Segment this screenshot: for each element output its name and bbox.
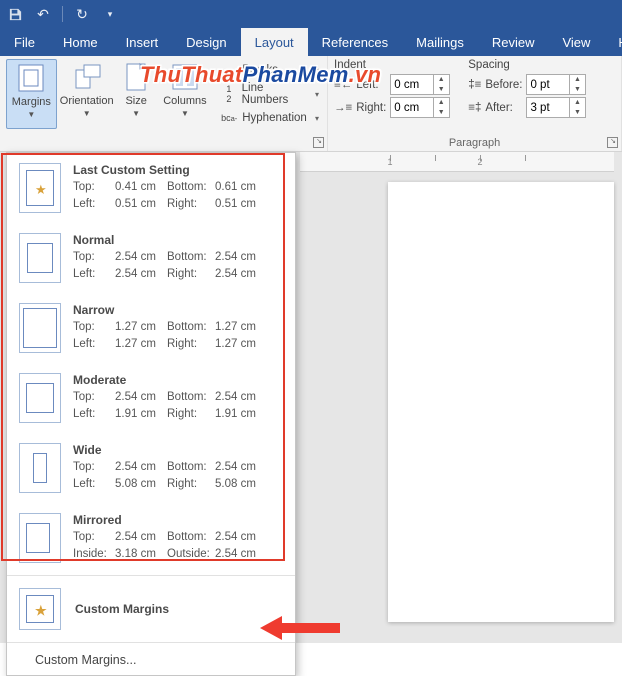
spacing-after-icon: ≡‡ [468,102,481,114]
preset-title: Last Custom Setting [73,163,283,177]
margins-button[interactable]: Margins ▼ [6,59,57,129]
tab-home[interactable]: Home [49,28,112,56]
paragraph-group-label: Paragraph [328,137,621,149]
hyphenation-icon: bca- [220,110,238,126]
margins-preset-normal[interactable]: NormalTop:2.54 cmBottom:2.54 cmLeft:2.54… [7,223,295,293]
tab-help[interactable]: Help [604,28,622,56]
line-numbers-label: Line Numbers [242,82,311,106]
chevron-down-icon: ▼ [83,109,91,118]
tab-references[interactable]: References [308,28,402,56]
columns-label: Columns [163,95,206,107]
ribbon-tabs: File Home Insert Design Layout Reference… [0,28,622,56]
orientation-button[interactable]: Orientation ▼ [61,59,113,129]
page-setup-dialog-launcher[interactable]: ↘ [313,137,324,148]
customize-qat-icon[interactable]: ▾ [101,5,119,23]
chevron-down-icon: ▼ [181,109,189,118]
tab-view[interactable]: View [548,28,604,56]
indent-right-input[interactable]: ▲▼ [390,97,450,118]
tab-file[interactable]: File [0,28,49,56]
columns-button[interactable]: Columns ▼ [160,59,211,129]
annotation-arrow-icon [260,613,340,643]
chevron-down-icon: ▾ [315,66,319,75]
preset-thumbnail-icon [19,443,61,493]
save-icon[interactable] [6,5,24,23]
chevron-down-icon: ▼ [132,109,140,118]
indent-right-icon: →≡ [334,102,352,114]
qat-separator [62,6,63,22]
breaks-button[interactable]: ⎯ Breaks ▾ [218,59,321,81]
columns-icon [168,61,202,93]
spacing-before-label: Before: [485,79,522,91]
margins-preset-narrow[interactable]: NarrowTop:1.27 cmBottom:1.27 cmLeft:1.27… [7,293,295,363]
margins-label: Margins [12,96,51,108]
tab-insert[interactable]: Insert [112,28,173,56]
margins-preset-mirrored[interactable]: MirroredTop:2.54 cmBottom:2.54 cmInside:… [7,503,295,573]
spacing-before-icon: ‡≡ [468,79,481,91]
orientation-label: Orientation [60,95,114,107]
preset-title: Wide [73,443,283,457]
spacing-heading: Spacing [468,59,586,72]
breaks-icon: ⎯ [220,62,238,78]
indent-left-input[interactable]: ▲▼ [390,74,450,95]
indent-left-icon: ≡← [334,79,352,91]
quick-access-toolbar: ↶ ↻ ▾ [0,0,622,28]
preset-title: Normal [73,233,283,247]
ribbon: Margins ▼ Orientation ▼ Size ▼ Columns ▼ ⎯ Br… [0,56,622,152]
document-workspace: 1 2 ★Last Custom SettingTop:0.41 cmBotto… [0,152,622,643]
tab-review[interactable]: Review [478,28,549,56]
custom-margins-header[interactable]: ★ Custom Margins [7,578,295,640]
orientation-icon [70,61,104,93]
margins-dropdown: ★Last Custom SettingTop:0.41 cmBottom:0.… [6,152,296,676]
size-button[interactable]: Size ▼ [117,59,156,129]
tab-layout[interactable]: Layout [241,28,308,56]
preset-thumbnail-icon [19,373,61,423]
tab-mailings[interactable]: Mailings [402,28,478,56]
spacing-after-input[interactable]: ▲▼ [526,97,586,118]
indent-heading: Indent [334,59,450,72]
preset-thumbnail-icon [19,303,61,353]
preset-title: Moderate [73,373,283,387]
redo-icon[interactable]: ↻ [73,5,91,23]
margins-preset-wide[interactable]: WideTop:2.54 cmBottom:2.54 cmLeft:5.08 c… [7,433,295,503]
custom-margins-link[interactable]: Custom Margins... [7,645,295,675]
indent-right-label: Right: [356,102,386,114]
preset-title: Narrow [73,303,283,317]
preset-thumbnail-icon [19,513,61,563]
hyphenation-label: Hyphenation [242,112,307,124]
preset-thumbnail-icon: ★ [19,163,61,213]
margins-preset-moderate[interactable]: ModerateTop:2.54 cmBottom:2.54 cmLeft:1.… [7,363,295,433]
spacing-after-label: After: [485,102,522,114]
dropdown-separator [7,575,295,576]
margins-preset-last-custom-setting[interactable]: ★Last Custom SettingTop:0.41 cmBottom:0.… [7,153,295,223]
chevron-down-icon: ▼ [27,110,35,119]
spacing-before-input[interactable]: ▲▼ [526,74,586,95]
line-numbers-icon: 12 [220,86,237,102]
chevron-down-icon: ▾ [315,90,319,99]
margins-icon [14,62,48,94]
size-icon [119,61,153,93]
undo-icon[interactable]: ↶ [34,5,52,23]
line-numbers-button[interactable]: 12 Line Numbers ▾ [218,83,321,105]
tab-design[interactable]: Design [172,28,240,56]
preset-title: Mirrored [73,513,283,527]
group-page-setup: Margins ▼ Orientation ▼ Size ▼ Columns ▼ ⎯ Br… [0,56,328,151]
preset-thumbnail-icon [19,233,61,283]
chevron-down-icon: ▾ [315,114,319,123]
paragraph-dialog-launcher[interactable]: ↘ [607,137,618,148]
breaks-label: Breaks [242,64,278,76]
document-page[interactable] [388,182,614,622]
hyphenation-button[interactable]: bca- Hyphenation ▾ [218,107,321,129]
horizontal-ruler[interactable]: 1 2 [300,152,614,172]
custom-margins-bold-label: Custom Margins [75,602,169,616]
indent-left-label: Left: [356,79,386,91]
size-label: Size [125,95,146,107]
group-paragraph: Indent ≡← Left: ▲▼ →≡ Right: ▲▼ Spacing ‡≡… [328,56,622,151]
